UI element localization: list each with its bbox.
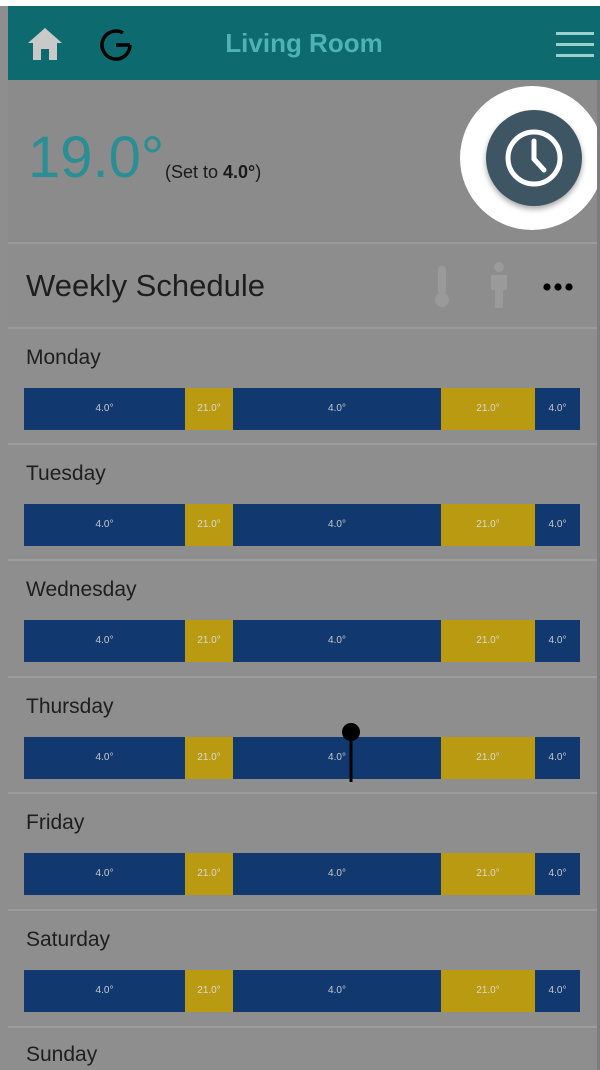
set-prefix: (Set to: [165, 162, 224, 182]
schedule-segment[interactable]: 4.0°: [535, 853, 580, 895]
schedule-segment[interactable]: 21.0°: [185, 620, 233, 662]
day-label: Sunday: [26, 1043, 98, 1066]
schedule-header: Weekly Schedule: [8, 244, 600, 328]
current-time-marker: [341, 722, 361, 782]
day-label: Thursday: [26, 695, 114, 718]
schedule-bar[interactable]: 4.0° 21.0° 4.0° 21.0° 4.0°: [24, 620, 580, 662]
schedule-title: Weekly Schedule: [26, 268, 265, 303]
schedule-segment[interactable]: 21.0°: [441, 620, 535, 662]
schedule-segment[interactable]: 4.0°: [233, 853, 441, 895]
schedule-segment[interactable]: 4.0°: [24, 388, 185, 430]
schedule-segment[interactable]: 21.0°: [185, 853, 233, 895]
clock-icon: [505, 129, 563, 187]
schedule-segment[interactable]: 4.0°: [24, 504, 185, 546]
schedule-segment[interactable]: 4.0°: [24, 853, 185, 895]
schedule-mode-button[interactable]: [486, 110, 582, 206]
schedule-segment[interactable]: 21.0°: [441, 737, 535, 779]
schedule-segment[interactable]: 4.0°: [535, 970, 580, 1012]
schedule-bar[interactable]: 4.0° 21.0° 4.0° 21.0° 4.0°: [24, 970, 580, 1012]
day-row-friday: Friday 4.0° 21.0° 4.0° 21.0° 4.0°: [8, 794, 600, 910]
schedule-segment[interactable]: 4.0°: [233, 970, 441, 1012]
day-label: Tuesday: [26, 462, 106, 485]
day-row-saturday: Saturday 4.0° 21.0° 4.0° 21.0° 4.0°: [8, 911, 600, 1027]
schedule-segment[interactable]: 21.0°: [441, 853, 535, 895]
schedule-segment[interactable]: 4.0°: [233, 388, 441, 430]
set-suffix: ): [255, 162, 262, 182]
set-temperature: (Set to 4.0°): [165, 160, 261, 184]
day-row-wednesday: Wednesday 4.0° 21.0° 4.0° 21.0° 4.0°: [8, 561, 600, 677]
thermometer-icon[interactable]: [432, 264, 452, 308]
schedule-bar[interactable]: 4.0° 21.0° 4.0° 21.0° 4.0°: [24, 853, 580, 895]
schedule-bar[interactable]: 4.0° 21.0° 4.0° 21.0° 4.0°: [24, 504, 580, 546]
day-label: Monday: [26, 346, 101, 369]
schedule-segment[interactable]: 21.0°: [185, 970, 233, 1012]
hamburger-menu-icon[interactable]: [556, 30, 594, 60]
schedule-segment[interactable]: 21.0°: [441, 970, 535, 1012]
schedule-segment[interactable]: 4.0°: [233, 620, 441, 662]
day-label: Saturday: [26, 928, 111, 951]
day-label: Friday: [26, 811, 85, 834]
schedule-segment[interactable]: 21.0°: [441, 504, 535, 546]
page-title: Living Room: [225, 28, 383, 58]
day-row-tuesday: Tuesday 4.0° 21.0° 4.0° 21.0° 4.0°: [8, 445, 600, 561]
set-value: 4.0°: [223, 162, 256, 182]
schedule-segment[interactable]: 4.0°: [535, 620, 580, 662]
schedule-segment[interactable]: 21.0°: [185, 737, 233, 779]
schedule-segment[interactable]: 4.0°: [535, 504, 580, 546]
schedule-bar[interactable]: 4.0° 21.0° 4.0° 21.0° 4.0°: [24, 388, 580, 430]
day-row-sunday: Sunday: [8, 1028, 600, 1070]
schedule-segment[interactable]: 21.0°: [441, 388, 535, 430]
schedule-segment[interactable]: 4.0°: [24, 970, 185, 1012]
schedule-segment[interactable]: 21.0°: [185, 388, 233, 430]
schedule-segment[interactable]: 4.0°: [535, 388, 580, 430]
schedule-segment[interactable]: 21.0°: [185, 504, 233, 546]
day-row-thursday: Thursday 4.0° 21.0° 4.0° 21.0° 4.0°: [8, 678, 600, 794]
schedule-segment[interactable]: 4.0°: [233, 504, 441, 546]
schedule-segment[interactable]: 4.0°: [535, 737, 580, 779]
schedule-segment[interactable]: 4.0°: [24, 737, 185, 779]
schedule-bar[interactable]: 4.0° 21.0° 4.0° 21.0° 4.0°: [24, 737, 580, 779]
day-label: Wednesday: [26, 578, 137, 601]
schedule-segment[interactable]: 4.0°: [233, 737, 441, 779]
more-icon[interactable]: [540, 280, 576, 292]
current-temperature: 19.0°: [28, 125, 165, 190]
day-row-monday: Monday 4.0° 21.0° 4.0° 21.0° 4.0°: [8, 329, 600, 445]
app-header: Living Room: [8, 6, 600, 80]
schedule-segment[interactable]: 4.0°: [24, 620, 185, 662]
person-icon[interactable]: [488, 262, 510, 308]
